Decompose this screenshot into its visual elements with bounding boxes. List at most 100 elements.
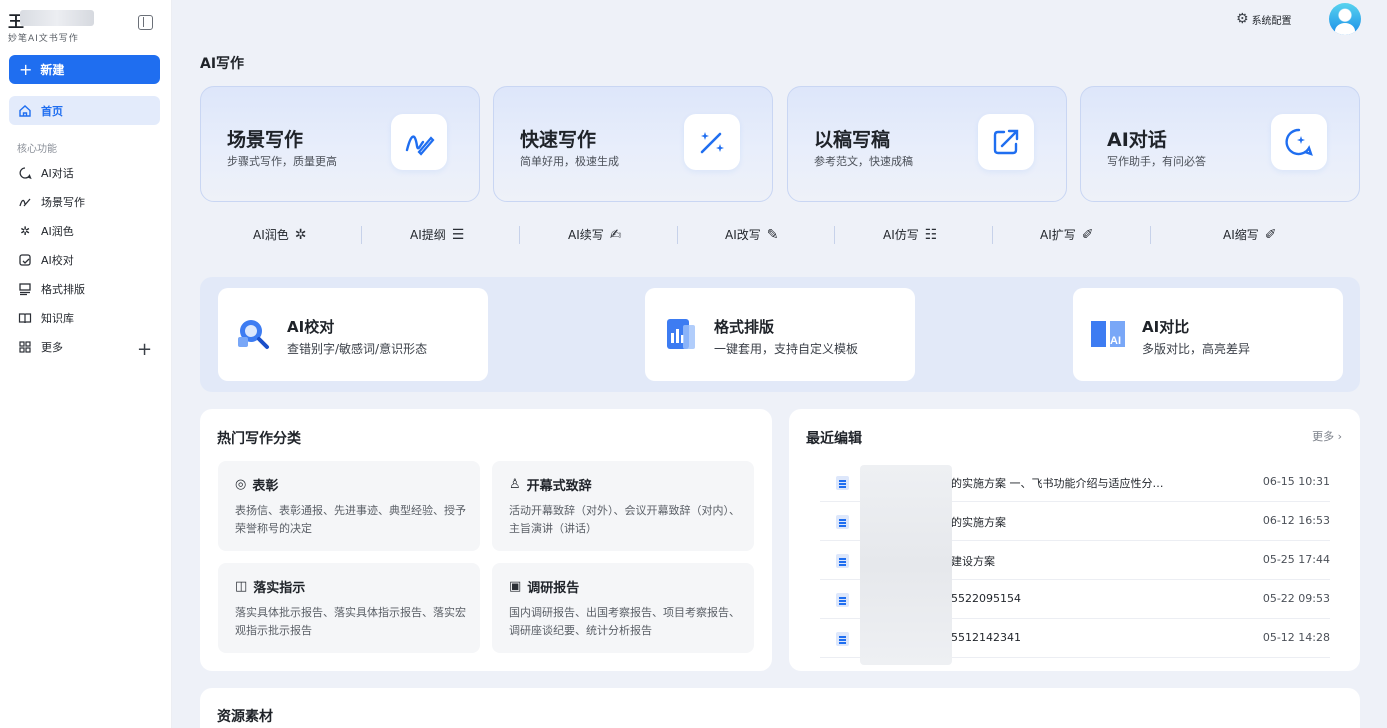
divider — [992, 226, 993, 244]
sidebar-item-ai-chat[interactable]: AI对话 — [9, 160, 160, 186]
sidebar-item-ai-polish[interactable]: ✲ AI润色 — [9, 218, 160, 244]
category-opening-speech[interactable]: ♙ 开幕式致辞 活动开幕致辞（对外）、会议开幕致辞（对内）、主旨演讲（讲话） — [492, 461, 754, 551]
chat-icon — [18, 166, 32, 180]
feature-title: AI对比 — [1142, 318, 1190, 336]
expand-icon: ✐ — [1081, 226, 1094, 243]
sidebar-item-layout[interactable]: 格式排版 — [9, 276, 160, 302]
panel-title: 资源素材 — [217, 709, 273, 725]
system-config-button[interactable]: ⚙ 系统配置 — [1236, 11, 1292, 27]
chart-doc-icon — [661, 315, 699, 353]
divider — [1150, 226, 1151, 244]
feature-subtitle: 查错别字/敏感词/意识形态 — [287, 342, 428, 356]
category-title: ▣ 调研报告 — [509, 577, 579, 596]
recent-item-time: 06-12 16:53 — [1262, 514, 1330, 527]
tool-ai-shrink[interactable]: AI缩写 ✐ — [1223, 226, 1276, 243]
report-icon: ▣ — [509, 579, 522, 594]
card-ai-chat[interactable]: AI对话 写作助手，有问必答 — [1080, 86, 1360, 202]
tool-ai-outline[interactable]: AI提纲 ☰ — [410, 226, 464, 243]
redacted-area — [860, 465, 952, 665]
category-title: ♙ 开幕式致辞 — [509, 475, 592, 494]
category-implement-instructions[interactable]: ◫ 落实指示 落实具体批示报告、落实具体指示报告、落实宏观指示批示报告 — [218, 563, 480, 653]
section-title-ai-writing: AI写作 — [200, 56, 245, 72]
divider — [519, 226, 520, 244]
nav-group-title: 核心功能 — [17, 144, 57, 155]
edit-icon: ✎ — [766, 226, 779, 243]
sparkle-icon: ✲ — [19, 224, 31, 238]
card-title: 场景写作 — [227, 129, 304, 151]
recent-item-name: 的实施方案 — [951, 516, 1006, 529]
sidebar-item-knowledge-base[interactable]: 知识库 — [9, 305, 160, 331]
sidebar-item-label: 场景写作 — [41, 196, 85, 209]
category-commendation[interactable]: ◎ 表彰 表扬信、表彰通报、先进事迹、典型经验、授予荣誉称号的决定 — [218, 461, 480, 551]
home-icon — [18, 104, 32, 118]
card-scene-writing[interactable]: 场景写作 步骤式写作，质量更高 — [200, 86, 480, 202]
category-research-report[interactable]: ▣ 调研报告 国内调研报告、出国考察报告、项目考察报告、调研座谈纪要、统计分析报告 — [492, 563, 754, 653]
sidebar-item-scene-writing[interactable]: 场景写作 — [9, 189, 160, 215]
feature-subtitle: 多版对比，高亮差异 — [1142, 342, 1251, 356]
gear-icon: ⚙ — [1236, 11, 1249, 27]
proofread-icon — [18, 253, 32, 267]
tool-ai-expand[interactable]: AI扩写 ✐ — [1040, 226, 1093, 243]
shrink-icon: ✐ — [1264, 226, 1277, 243]
sparkle-icon: ✲ — [294, 226, 307, 243]
feature-band: AI校对 查错别字/敏感词/意识形态 格式排版 一键套用，支持自定义模板 AI … — [200, 277, 1360, 392]
category-title-text: 落实指示 — [253, 581, 306, 596]
sidebar-item-ai-proofread[interactable]: AI校对 — [9, 247, 160, 273]
card-quick-writing[interactable]: 快速写作 简单好用，极速生成 — [493, 86, 773, 202]
medal-icon: ◎ — [235, 477, 247, 492]
feature-subtitle: 一键套用，支持自定义模板 — [714, 342, 859, 356]
card-subtitle: 简单好用，极速生成 — [520, 155, 619, 168]
tool-ai-imitate[interactable]: AI仿写 ☷ — [883, 226, 937, 243]
grid-icon — [18, 340, 32, 354]
category-desc: 表扬信、表彰通报、先进事迹、典型经验、授予荣誉称号的决定 — [235, 504, 466, 535]
sidebar-item-label: 更多 — [41, 341, 63, 354]
tool-label: AI提纲 — [410, 228, 446, 242]
sidebar: 王 妙笔AI文书写作 + 新建 首页 核心功能 AI对话 场景写作 ✲ AI润色… — [0, 0, 172, 728]
brand-subtitle: 妙笔AI文书写作 — [8, 34, 79, 44]
outline-icon: ☰ — [451, 226, 465, 243]
category-desc: 活动开幕致辞（对外）、会议开幕致辞（对内）、主旨演讲（讲话） — [509, 504, 740, 535]
document-icon — [836, 593, 849, 607]
recent-item-time: 06-15 10:31 — [1262, 475, 1330, 488]
document-icon — [836, 515, 849, 529]
sidebar-item-label: AI对话 — [41, 167, 74, 180]
tool-ai-continue[interactable]: AI续写 ✍ — [568, 226, 621, 243]
system-config-label: 系统配置 — [1251, 15, 1292, 27]
card-title: 快速写作 — [520, 129, 597, 151]
feature-ai-proofread[interactable]: AI校对 查错别字/敏感词/意识形态 — [218, 288, 488, 381]
card-draft-by-draft[interactable]: 以稿写稿 参考范文，快速成稿 — [787, 86, 1067, 202]
sidebar-item-home[interactable]: 首页 — [9, 96, 160, 125]
sidebar-item-label: 知识库 — [41, 312, 74, 325]
document-icon — [836, 632, 849, 646]
feature-title: AI校对 — [287, 318, 335, 336]
divider — [677, 226, 678, 244]
category-title: ◎ 表彰 — [235, 475, 278, 494]
tool-label: AI润色 — [253, 228, 289, 242]
book-icon — [18, 311, 32, 325]
tool-label: AI仿写 — [883, 228, 919, 242]
recent-item-time: 05-12 14:28 — [1262, 631, 1330, 644]
compare-icon: AI — [1089, 315, 1127, 353]
feature-ai-compare[interactable]: AI AI对比 多版对比，高亮差异 — [1073, 288, 1343, 381]
hot-categories-panel: 热门写作分类 ◎ 表彰 表扬信、表彰通报、先进事迹、典型经验、授予荣誉称号的决定 … — [200, 409, 772, 671]
svg-text:AI: AI — [1110, 335, 1121, 347]
tool-ai-polish[interactable]: AI润色 ✲ — [253, 226, 306, 243]
external-link-icon — [978, 114, 1034, 170]
continue-icon: ✍ — [609, 226, 622, 243]
card-title: 以稿写稿 — [814, 129, 891, 151]
layout-icon — [18, 282, 32, 296]
more-link[interactable]: 更多 › — [1312, 428, 1342, 444]
feature-layout[interactable]: 格式排版 一键套用，支持自定义模板 — [645, 288, 915, 381]
sidebar-collapse-icon[interactable] — [138, 15, 153, 30]
recent-item-name: 建设方案 — [951, 555, 995, 568]
divider — [361, 226, 362, 244]
tool-ai-rewrite[interactable]: AI改写 ✎ — [725, 226, 778, 243]
expand-more-icon[interactable]: + — [137, 339, 152, 360]
recent-item-name: 的实施方案 一、飞书功能介绍与适应性分… — [951, 477, 1164, 490]
category-title-text: 调研报告 — [527, 581, 580, 596]
sidebar-item-label: AI润色 — [41, 225, 74, 238]
avatar[interactable] — [1329, 3, 1361, 35]
comment-icon: ◫ — [235, 579, 248, 594]
new-button[interactable]: + 新建 — [9, 55, 160, 84]
pen-icon — [18, 195, 32, 209]
